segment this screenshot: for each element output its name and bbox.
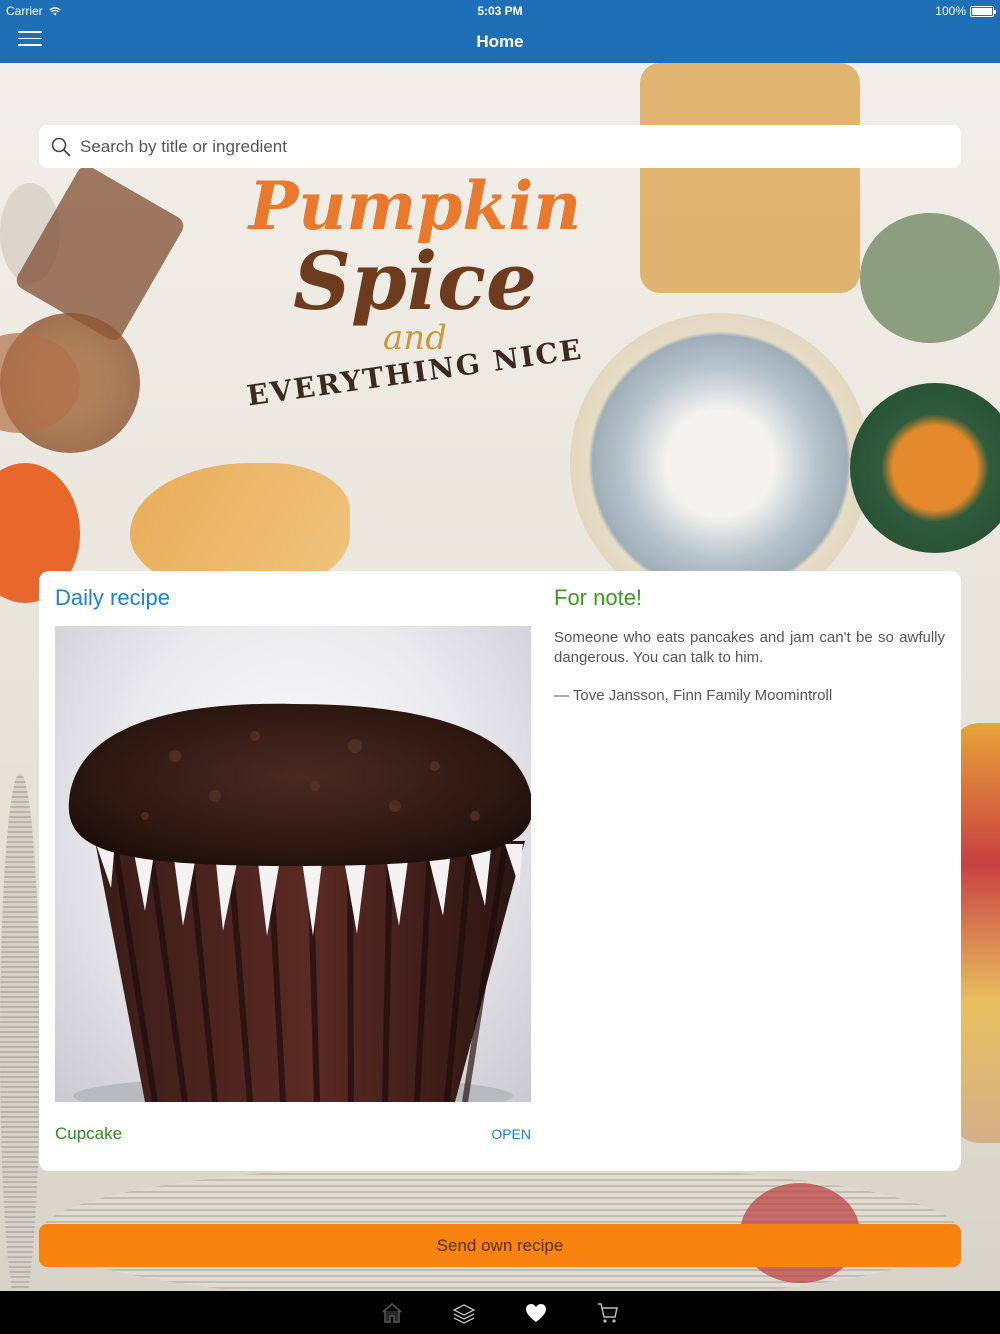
status-bar: Carrier 5:03 PM 100%: [0, 0, 1000, 20]
send-own-recipe-button[interactable]: Send own recipe: [39, 1224, 961, 1267]
navigation-bar: Carrier 5:03 PM 100% Home: [0, 0, 1000, 63]
recipe-image[interactable]: [55, 626, 531, 1102]
home-icon[interactable]: [380, 1301, 404, 1325]
cupcake-illustration: [68, 703, 531, 1102]
search-bar[interactable]: [39, 125, 961, 168]
home-card: Daily recipe Cupcake OPEN For note! Some…: [39, 571, 961, 1171]
search-input[interactable]: [80, 136, 940, 157]
daily-recipe-heading: Daily recipe: [55, 585, 170, 610]
note-quote: Someone who eats pancakes and jam can't …: [554, 629, 945, 666]
battery-icon: [970, 5, 996, 17]
note-heading: For note!: [554, 585, 643, 610]
hero-line-pumpkin: Pumpkin: [248, 167, 582, 245]
hero-line-spice: Spice: [293, 234, 537, 328]
clock: 5:03 PM: [477, 4, 523, 18]
note-author: — Tove Jansson, Finn Family Moomintroll: [554, 687, 833, 704]
recipe-name: Cupcake: [55, 1124, 123, 1143]
open-recipe-button[interactable]: OPEN: [491, 1126, 531, 1142]
layers-icon[interactable]: [452, 1301, 476, 1325]
tab-bar: [0, 1291, 1000, 1334]
page-title: Home: [476, 32, 524, 51]
cart-icon[interactable]: [596, 1301, 620, 1325]
battery-percent: 100%: [935, 4, 966, 18]
heart-icon[interactable]: [524, 1301, 548, 1325]
battery-indicator: 100%: [935, 4, 996, 18]
search-icon: [51, 137, 71, 156]
hero-artwork: Pumpkin Spice and EVERYTHING NICE: [235, 167, 595, 412]
